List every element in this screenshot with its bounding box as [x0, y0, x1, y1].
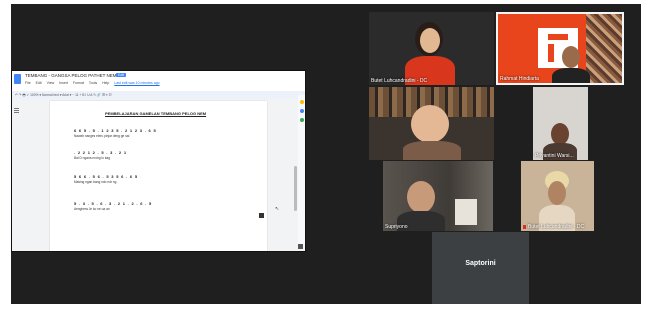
participant-name: Butet Luhcandradini - DC — [371, 78, 428, 84]
menu-format[interactable]: Format — [73, 81, 84, 85]
document-badge[interactable]: Edit — [116, 73, 127, 77]
participant-name: Rahmat Hindiarta — [500, 76, 539, 82]
outline-icon[interactable] — [12, 107, 22, 113]
notation-line: 5 6 6 . 5 6 . 5 3 5 6 . 6 5 — [74, 174, 138, 179]
pin-icon — [523, 225, 526, 229]
logo-mark — [548, 44, 554, 62]
person-face — [407, 181, 435, 213]
docs-menu-bar: File Edit View Insert Format Tools Help … — [25, 81, 164, 85]
person-body — [552, 68, 590, 83]
contacts-icon[interactable] — [299, 118, 304, 122]
lyric-line: Masing ngan bang ndo ndr ng — [74, 180, 117, 184]
menu-view[interactable]: View — [47, 81, 55, 85]
batik-background — [586, 14, 622, 83]
person-face — [411, 105, 449, 143]
document-heading: PEMBELAJARAN GAMELAN TEMBANG PELOG NEM — [105, 111, 207, 116]
lyric-line: Bal D ngana nrohg lo kag — [74, 156, 110, 160]
participant-name: Butet Luhcandradini - DC — [528, 224, 585, 230]
participant-name: Supriyono — [385, 224, 408, 230]
docs-toolbar[interactable]: ↶ ↷ 🖶 ✓ 100% ▾ Normal text ▾ Arial ▾ − 1… — [12, 91, 305, 99]
document-title: TEMBANG - GANGSA PELOG PATHET NEM — [25, 73, 117, 78]
person-face — [420, 28, 440, 53]
participant-tile[interactable]: Saptorini — [432, 232, 529, 304]
lyric-line: Aenghera Je ko ne ua an — [74, 207, 110, 211]
person-body — [403, 141, 461, 160]
notation-line: 6 6 5 . 5 . 1 2 3 5 . 2 1 2 3 . 6 5 — [74, 128, 157, 133]
participant-tile[interactable]: Butet Luhcandradini - DC — [521, 161, 594, 231]
participant-name: Saptorini — [465, 260, 496, 267]
participant-tile[interactable]: Rahmat Hindiarta — [496, 12, 624, 85]
last-edit-link[interactable]: Last edit was 10 minutes ago — [114, 81, 159, 85]
participant-tile[interactable]: Supriyono — [383, 161, 493, 231]
docs-logo-icon — [14, 74, 21, 84]
person-face — [562, 46, 580, 68]
paper-object — [455, 199, 477, 225]
shared-screen[interactable]: TEMBANG - GANGSA PELOG PATHET NEM Edit F… — [11, 70, 306, 252]
participant-tile[interactable]: Priyantini Warsi... — [533, 87, 588, 160]
tasks-icon[interactable] — [299, 109, 304, 113]
logo-mark — [548, 34, 568, 40]
expand-icon[interactable] — [298, 244, 303, 249]
explore-icon[interactable] — [259, 213, 264, 218]
menu-file[interactable]: File — [25, 81, 31, 85]
participant-tile[interactable]: Butet Luhcandradini - DC — [369, 12, 494, 85]
participant-name: Priyantini Warsi... — [535, 153, 574, 159]
docs-header: TEMBANG - GANGSA PELOG PATHET NEM Edit F… — [12, 71, 305, 91]
scrollbar[interactable] — [294, 166, 297, 211]
keep-icon[interactable] — [299, 100, 304, 104]
side-panel-rail — [298, 95, 305, 245]
notation-line: 5 . 3 . 5 . 6 . 3 . 2 1 . 2 . 6 . 5 — [74, 201, 153, 206]
cursor-icon: ↖ — [275, 206, 280, 212]
menu-edit[interactable]: Edit — [36, 81, 42, 85]
person-face — [548, 181, 566, 205]
menu-insert[interactable]: Insert — [59, 81, 68, 85]
faded-caption — [17, 12, 357, 42]
participant-tile[interactable] — [369, 87, 494, 160]
document-page[interactable]: PEMBELAJARAN GAMELAN TEMBANG PELOG NEM 6… — [50, 101, 267, 251]
notation-line: . 2 2 1 2 . 5 . 3 . 2 1 — [74, 150, 127, 155]
lyric-line: Nawah nanges eleru pinjar deng ge sai — [74, 134, 130, 138]
video-call-stage: TEMBANG - GANGSA PELOG PATHET NEM Edit F… — [11, 4, 641, 304]
menu-tools[interactable]: Tools — [89, 81, 97, 85]
person-face — [551, 123, 569, 145]
menu-help[interactable]: Help — [102, 81, 109, 85]
